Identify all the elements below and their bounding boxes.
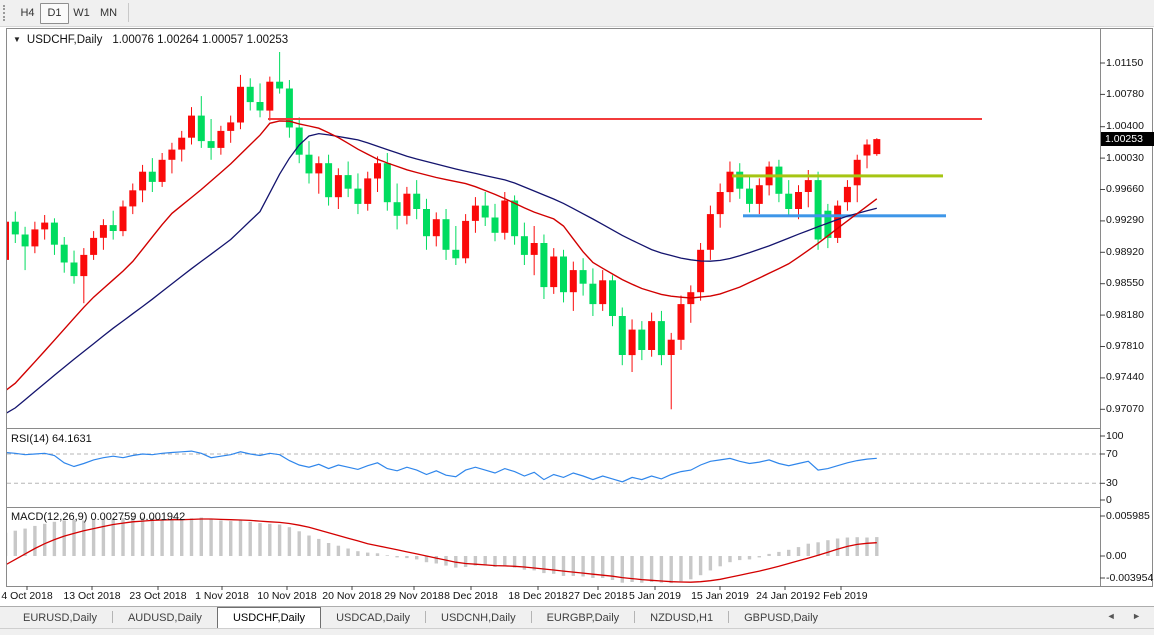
date-axis-label: 2 Feb 2019 <box>814 590 867 602</box>
price-axis-label: 0.97810 <box>1106 340 1144 352</box>
price-axis-label: 0.98550 <box>1106 277 1144 289</box>
date-axis-label: 18 Dec 2018 <box>508 590 568 602</box>
price-axis-label: 1.00780 <box>1106 88 1144 100</box>
chart-dropdown-icon[interactable]: ▼ <box>13 35 21 44</box>
date-axis-label: 13 Oct 2018 <box>63 590 120 602</box>
date-axis-label: 1 Nov 2018 <box>195 590 249 602</box>
rsi-axis-label: 70 <box>1106 448 1118 460</box>
date-axis-label: 24 Jan 2019 <box>756 590 814 602</box>
date-axis-label: 20 Nov 2018 <box>322 590 382 602</box>
date-axis-label: 15 Jan 2019 <box>691 590 749 602</box>
chart-canvas[interactable] <box>0 0 1154 635</box>
date-axis-label: 4 Oct 2018 <box>1 590 52 602</box>
current-price-badge: 1.00253 <box>1101 132 1154 146</box>
macd-axis-label: -0.003954 <box>1106 572 1153 584</box>
macd-indicator-label: MACD(12,26,9) 0.002759 0.001942 <box>11 511 185 523</box>
price-axis-label: 0.98920 <box>1106 246 1144 258</box>
price-axis-label: 1.01150 <box>1106 57 1143 69</box>
rsi-indicator-label: RSI(14) 64.1631 <box>11 433 92 445</box>
mt4-window: H4D1W1MN ▼USDCHF,Daily1.00076 1.00264 1.… <box>0 0 1154 635</box>
rsi-axis-label: 30 <box>1106 477 1118 489</box>
price-axis-label: 0.99290 <box>1106 214 1144 226</box>
date-axis-label: 27 Dec 2018 <box>568 590 628 602</box>
date-axis-label: 29 Nov 2018 <box>384 590 444 602</box>
date-axis-label: 23 Oct 2018 <box>129 590 186 602</box>
date-axis-label: 5 Jan 2019 <box>629 590 681 602</box>
price-axis-label: 1.00030 <box>1106 152 1144 164</box>
rsi-axis-label: 100 <box>1106 430 1124 442</box>
price-axis-label: 0.97070 <box>1106 403 1144 415</box>
chart-symbol-label: USDCHF,Daily <box>27 34 102 46</box>
price-axis-label: 0.99660 <box>1106 183 1144 195</box>
rsi-axis-label: 0 <box>1106 494 1112 506</box>
macd-axis-label: 0.005985 <box>1106 510 1150 522</box>
chart-ohlc-values: 1.00076 1.00264 1.00057 1.00253 <box>112 34 288 46</box>
date-axis-label: 10 Nov 2018 <box>257 590 317 602</box>
chart-title: ▼ USDCHF,Daily 1.00076 1.00264 1.00057 1.0… <box>13 34 288 46</box>
price-axis-label: 0.97440 <box>1106 371 1144 383</box>
macd-axis-label: 0.00 <box>1106 550 1126 562</box>
date-axis-label: 8 Dec 2018 <box>444 590 498 602</box>
price-axis-label: 1.00400 <box>1106 120 1144 132</box>
price-axis-label: 0.98180 <box>1106 309 1144 321</box>
